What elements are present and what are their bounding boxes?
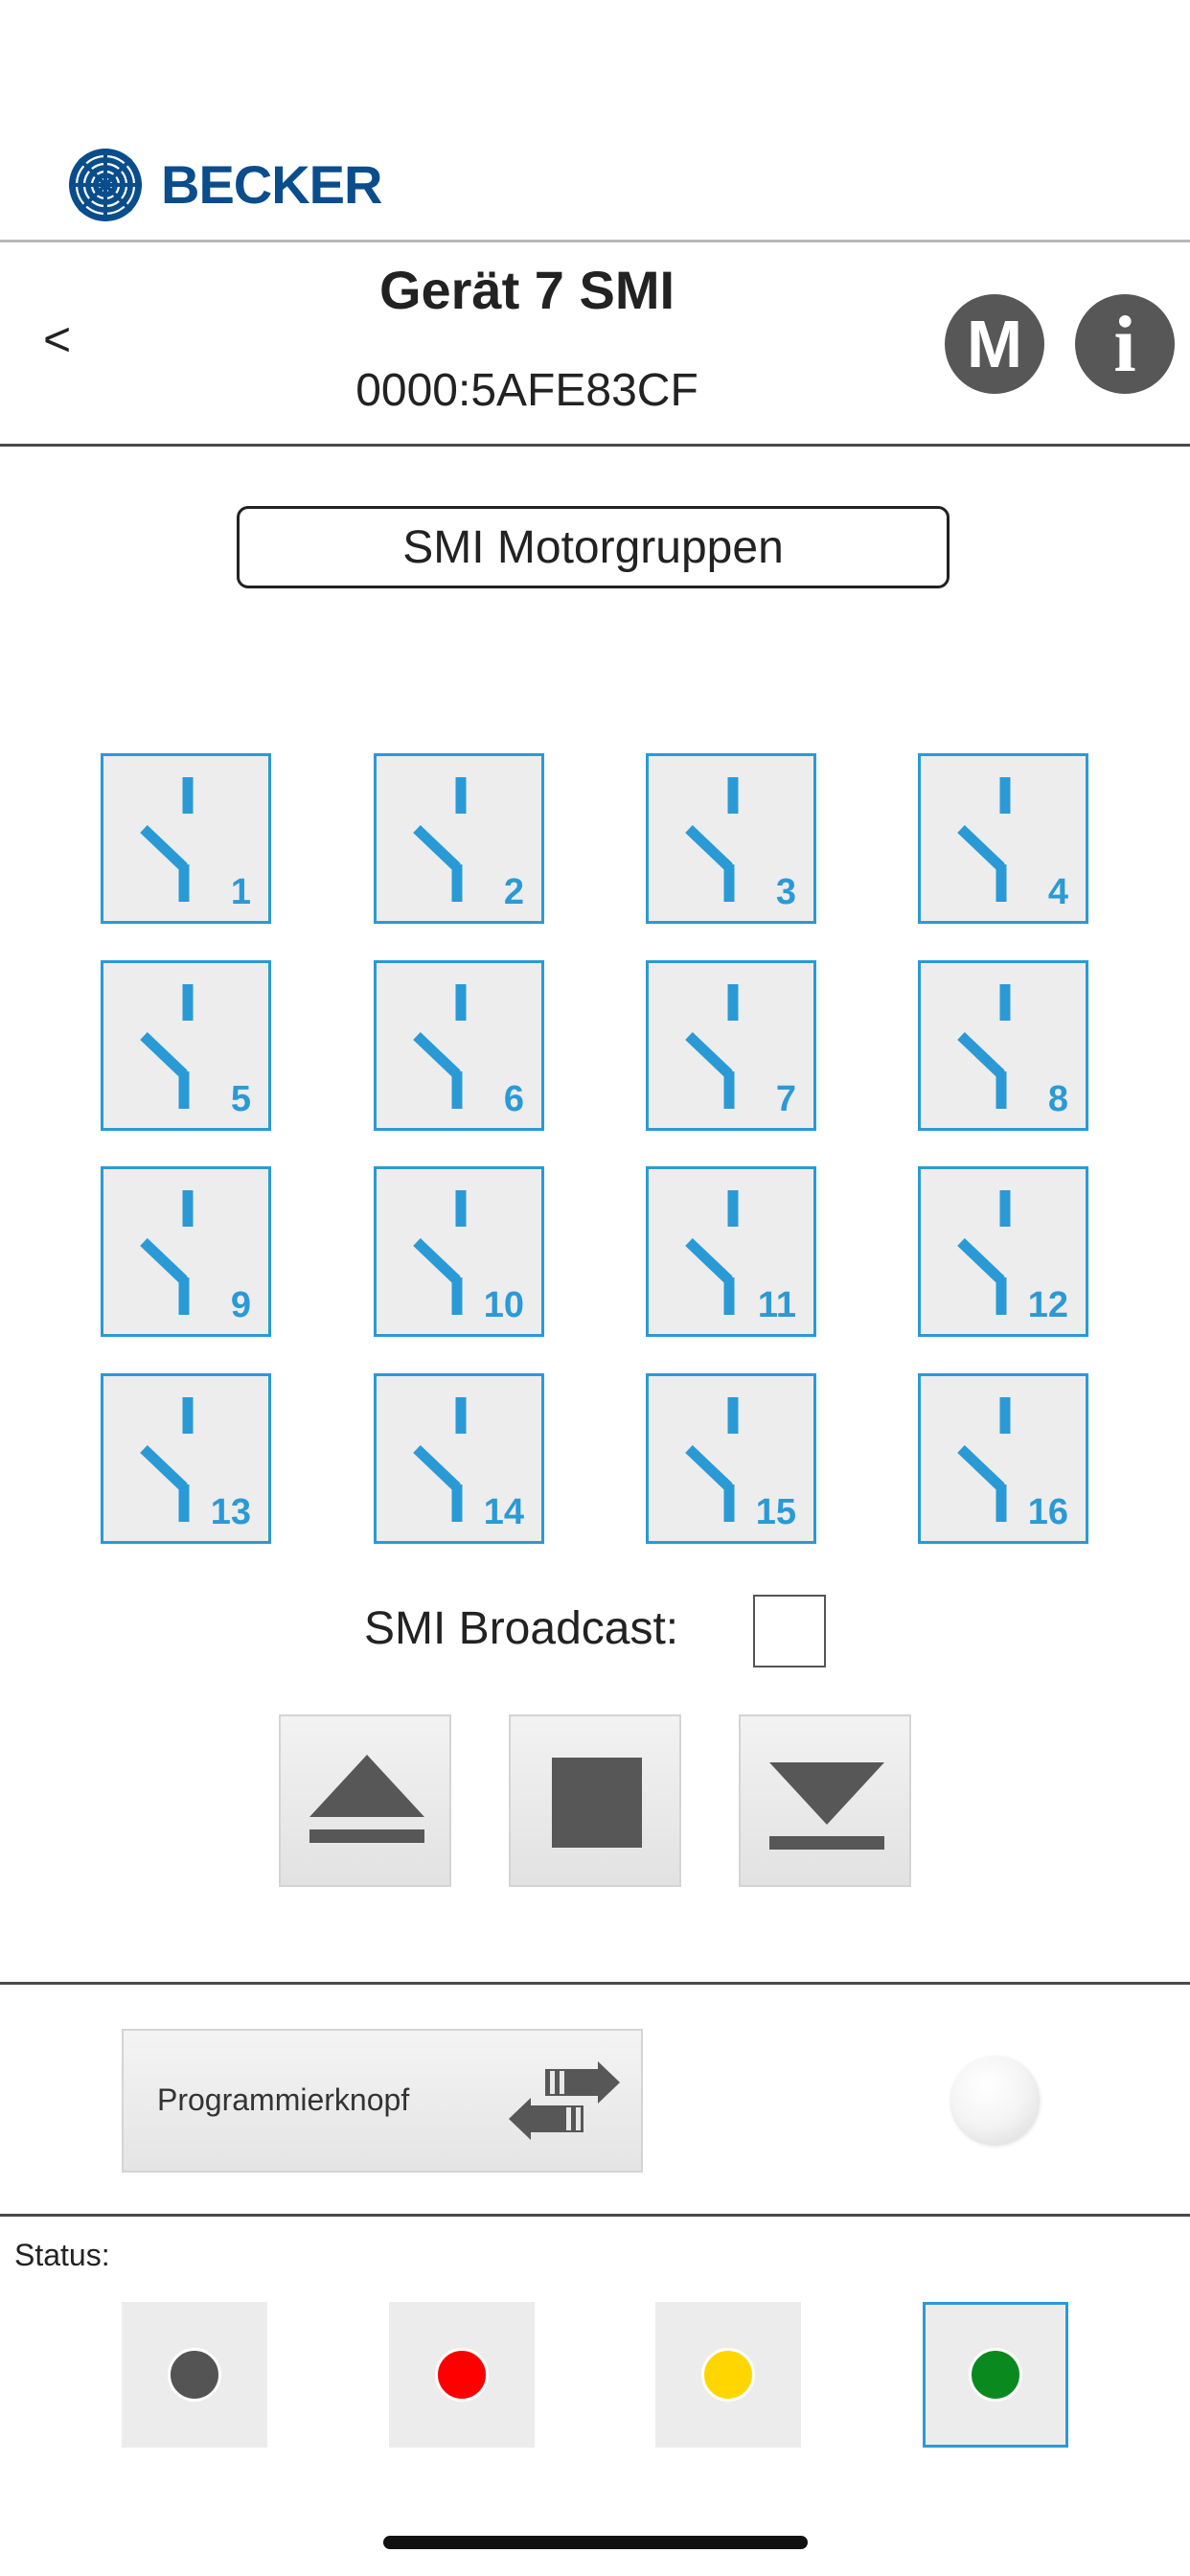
channel-button-11[interactable]: 11 [646,1166,816,1337]
status-option-2[interactable] [389,2302,535,2448]
becker-logo: BECKER [67,144,431,225]
channel-number: 11 [757,1285,796,1325]
channel-number: 15 [755,1492,796,1532]
status-dot-icon [168,2348,221,2402]
channel-button-13[interactable]: 13 [101,1373,271,1544]
channel-button-9[interactable]: 9 [101,1166,271,1337]
page-title: Gerät 7 SMI [378,260,675,320]
smi-group-button[interactable]: SMI Motorgruppen [237,506,950,588]
menu-button[interactable]: M [945,294,1044,394]
section-divider-1 [0,1982,1190,1985]
channel-button-5[interactable]: 5 [101,960,271,1131]
channel-number: 3 [775,872,796,912]
section-divider-2 [0,2214,1190,2217]
channel-number: 16 [1027,1492,1068,1532]
status-option-3[interactable] [655,2302,801,2448]
status-dot-icon [969,2348,1022,2402]
up-button[interactable] [279,1714,451,1887]
status-dot-icon [435,2348,489,2402]
status-label: Status: [14,2238,110,2272]
stop-icon [552,1758,642,1848]
down-arrow-icon [769,1762,884,1850]
channel-number: 13 [210,1492,251,1532]
info-icon: i [1113,299,1136,389]
status-option-1[interactable] [122,2302,267,2448]
menu-button-label: M [966,307,1023,381]
channel-number: 6 [503,1079,524,1119]
channel-button-12[interactable]: 12 [918,1166,1088,1337]
channel-button-7[interactable]: 7 [646,960,816,1131]
channel-button-1[interactable]: 1 [101,753,271,924]
broadcast-label: SMI Broadcast: [364,1603,679,1654]
channel-button-8[interactable]: 8 [918,960,1088,1131]
brand-name: BECKER [161,154,382,215]
channel-number: 4 [1047,872,1068,912]
channel-button-3[interactable]: 3 [646,753,816,924]
channel-button-16[interactable]: 16 [918,1373,1088,1544]
down-button[interactable] [739,1714,911,1887]
channel-number: 9 [230,1285,251,1325]
channel-button-14[interactable]: 14 [374,1373,544,1544]
info-button[interactable]: i [1075,294,1175,394]
becker-logo-icon [69,148,142,221]
header-divider-top [0,240,1190,242]
channel-number: 14 [483,1492,524,1532]
channel-number: 2 [503,872,524,912]
header-divider-bottom [0,444,1190,447]
channel-number: 5 [230,1079,251,1119]
channel-button-6[interactable]: 6 [374,960,544,1131]
programming-status-led [951,2056,1040,2144]
channel-number: 1 [230,872,251,912]
channel-number: 12 [1027,1285,1068,1325]
channel-button-2[interactable]: 2 [374,753,544,924]
home-indicator[interactable] [383,2536,808,2549]
stop-button[interactable] [509,1714,681,1887]
channel-number: 10 [483,1285,524,1325]
up-arrow-icon [309,1755,424,1843]
channel-number: 7 [775,1079,796,1119]
channel-button-10[interactable]: 10 [374,1166,544,1337]
channel-button-4[interactable]: 4 [918,753,1088,924]
status-option-4[interactable] [923,2302,1068,2448]
programming-button[interactable]: Programmierknopf [122,2029,643,2173]
status-dot-icon [701,2348,755,2402]
broadcast-checkbox[interactable] [753,1595,826,1668]
channel-number: 8 [1047,1079,1068,1119]
back-button[interactable]: < [43,311,81,369]
swap-arrows-icon [509,2061,620,2140]
programming-button-label: Programmierknopf [157,2082,410,2117]
device-id: 0000:5AFE83CF [355,365,698,416]
channel-button-15[interactable]: 15 [646,1373,816,1544]
